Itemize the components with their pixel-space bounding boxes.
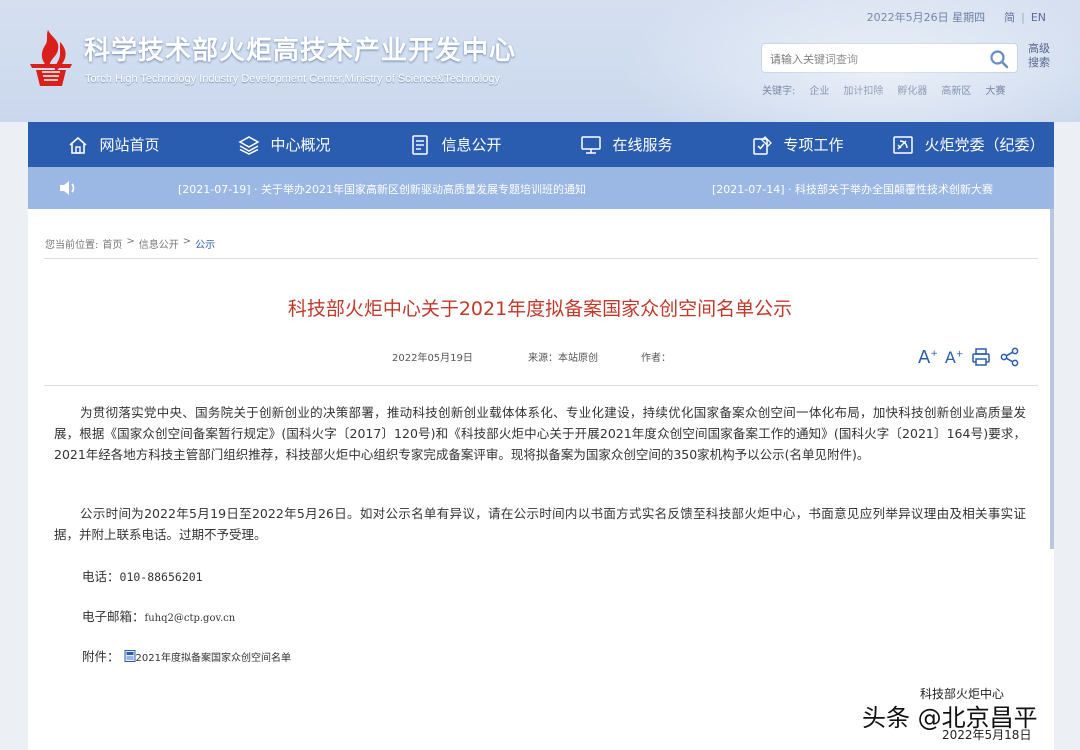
speaker-icon [60, 181, 75, 195]
scrollbar[interactable] [1050, 209, 1054, 549]
keyword-link[interactable]: 高新区 [941, 82, 971, 97]
site-header: 科学技术部火炬高技术产业开发中心 Torch High Technology I… [0, 0, 1080, 122]
article-title: 科技部火炬中心关于2021年度拟备案国家众创空间名单公示 [287, 298, 793, 320]
nav-item-info-disclosure[interactable]: 信息公开 [370, 122, 541, 167]
monitor-icon [581, 135, 602, 154]
search-icon[interactable] [989, 49, 1009, 69]
nav-item-party-committee[interactable]: 火炬党委（纪委） [883, 122, 1054, 167]
watermark-date: 2022年5月18日 [942, 728, 1032, 742]
nav-item-overview[interactable]: 中心概况 [199, 122, 370, 167]
nav-item-special-work[interactable]: 专项工作 [712, 122, 883, 167]
search-box [761, 43, 1018, 73]
nav-label: 在线服务 [612, 136, 673, 154]
breadcrumb: 您当前位置: 首页 > 信息公开 > 公示 [45, 236, 215, 251]
breadcrumb-sep: > [126, 236, 135, 247]
party-icon [893, 135, 914, 154]
breadcrumb-info[interactable]: 信息公开 [139, 236, 179, 251]
home-icon [69, 136, 88, 154]
file-icon [124, 650, 135, 662]
lang-separator: | [1021, 10, 1025, 24]
keyword-link[interactable]: 加计扣除 [843, 82, 883, 97]
lang-english-link[interactable]: EN [1031, 11, 1046, 24]
nav-label: 中心概况 [270, 136, 331, 154]
article-author: 作者： [641, 353, 671, 364]
keyword-link[interactable]: 孵化器 [897, 82, 927, 97]
share-icon[interactable] [999, 346, 1021, 368]
clipboard-icon [753, 135, 773, 155]
nav-item-home[interactable]: 网站首页 [28, 122, 199, 167]
nav-label: 网站首页 [99, 136, 160, 154]
email-label: 电子邮箱： [82, 609, 145, 624]
hot-keywords: 关键字: 企业 加计扣除 孵化器 高新区 大赛 [762, 82, 1005, 97]
breadcrumb-sep: > [182, 236, 192, 247]
keywords-label: 关键字: [762, 86, 796, 97]
advanced-search-link[interactable]: 高级搜索 [1028, 42, 1056, 70]
article-paragraph: 公示时间为2022年5月19日至2022年5月26日。如对公示名单有异议，请在公… [54, 506, 1026, 542]
email-value: fuhq2@ctp.gov.cn [144, 613, 236, 624]
font-decrease-button[interactable]: A+ [945, 348, 964, 367]
top-bar: 2022年5月26日 星期四 简 | EN [867, 9, 1046, 25]
print-icon[interactable] [970, 346, 992, 368]
nav-item-online-service[interactable]: 在线服务 [541, 122, 712, 167]
lang-simplified-link[interactable]: 简 [1004, 9, 1015, 25]
attachment-link[interactable]: 2021年度拟备案国家众创空间名单 [136, 653, 291, 664]
content-panel [28, 209, 1054, 750]
search-input[interactable] [770, 50, 980, 68]
main-nav: 网站首页 中心概况 信息公开 在线服务 专项工作 火炬党委（纪委） [28, 122, 1054, 167]
attachment-row: 附件： 2021年度拟备案国家众创空间名单 [82, 646, 291, 665]
divider [44, 258, 1038, 259]
keyword-link[interactable]: 大赛 [985, 82, 1005, 97]
news-ticker: [2021-07-19] · 关于举办2021年国家高新区创新驱动高质量发展专题… [28, 167, 1054, 209]
attachment-label: 附件： [82, 649, 120, 664]
nav-label: 信息公开 [441, 136, 502, 154]
contact-email: 电子邮箱：fuhq2@ctp.gov.cn [82, 606, 235, 625]
layers-icon [238, 135, 261, 155]
torch-logo-icon[interactable] [26, 28, 76, 88]
nav-label: 火炬党委（纪委） [924, 136, 1045, 154]
phone-label: 电话： [82, 569, 120, 584]
divider [44, 385, 1038, 386]
keyword-link[interactable]: 企业 [809, 82, 829, 97]
article-tools: A+ A+ [918, 346, 1021, 368]
current-date: 2022年5月26日 星期四 [866, 11, 986, 24]
article-date: 2022年05月19日 [392, 353, 473, 364]
breadcrumb-current[interactable]: 公示 [195, 236, 215, 251]
article-paragraph: 为贯彻落实党中央、国务院关于创新创业的决策部署，推动科技创新创业载体体系化、专业… [54, 405, 1026, 462]
document-icon [412, 134, 429, 155]
breadcrumb-label: 您当前位置: [45, 240, 99, 251]
site-subtitle: Torch High Technology Industry Developme… [85, 73, 500, 85]
contact-phone: 电话：010-88656201 [82, 566, 203, 585]
site-title: 科学技术部火炬高技术产业开发中心 [84, 36, 517, 66]
nav-label: 专项工作 [783, 136, 844, 154]
phone-value: 010-88656201 [119, 570, 203, 584]
ticker-news-link[interactable]: [2021-07-14] · 科技部关于举办全国颠覆性技术创新大赛 [712, 181, 993, 197]
font-increase-button[interactable]: A+ [918, 347, 938, 368]
article-source: 来源：本站原创 [528, 353, 598, 364]
ticker-news-link[interactable]: [2021-07-19] · 关于举办2021年国家高新区创新驱动高质量发展专题… [178, 181, 586, 197]
breadcrumb-home[interactable]: 首页 [102, 236, 122, 251]
